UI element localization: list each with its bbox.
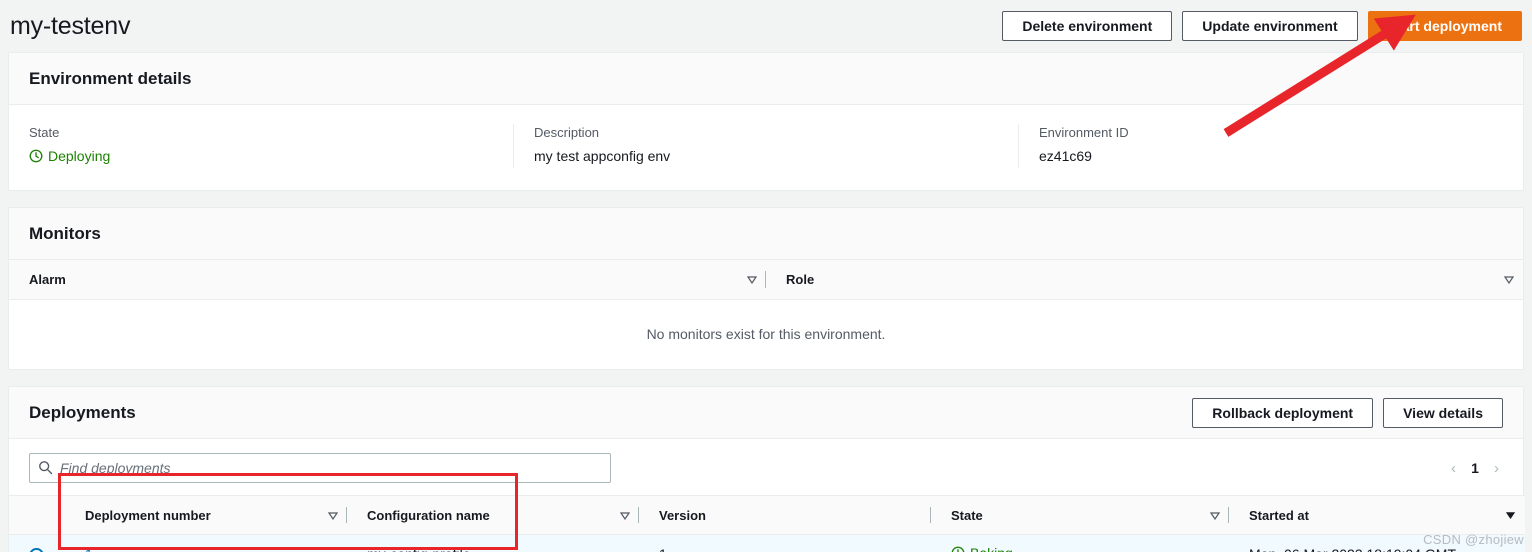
cell-state-text: Baking: [970, 545, 1013, 552]
column-header-deployment-number-label: Deployment number: [85, 507, 211, 523]
pagination-next-button[interactable]: ›: [1494, 461, 1499, 476]
monitors-empty-row: No monitors exist for this environment.: [9, 299, 1523, 369]
rollback-deployment-button[interactable]: Rollback deployment: [1192, 397, 1374, 428]
start-deployment-button[interactable]: Start deployment: [1367, 11, 1522, 41]
monitors-header: Monitors: [9, 208, 1523, 260]
detail-state-label: State: [29, 125, 60, 140]
pagination: ‹ 1 ›: [1451, 453, 1503, 483]
column-header-state-label: State: [951, 507, 983, 523]
row-radio-button[interactable]: [29, 547, 44, 552]
deployments-title: Deployments: [29, 402, 136, 422]
sort-descending-active-icon[interactable]: [1505, 508, 1516, 523]
deployment-number-link[interactable]: 1: [85, 546, 93, 552]
monitors-card: Monitors Alarm Role No monitors exist fo…: [8, 207, 1524, 370]
deployments-actions: Rollback deployment View details: [1192, 397, 1503, 428]
page-header: my-testenv Delete environment Update env…: [0, 0, 1532, 52]
sort-descending-icon[interactable]: [1503, 272, 1515, 287]
column-header-configuration-name-label: Configuration name: [367, 507, 490, 523]
update-environment-button[interactable]: Update environment: [1182, 11, 1358, 41]
select-column-header: [9, 495, 65, 535]
search-deployments-box: [29, 453, 611, 483]
cell-started-at: Mon, 06 Mar 2023 18:19:04 GMT: [1229, 534, 1525, 552]
cell-deployment-number[interactable]: 1: [65, 534, 347, 552]
pagination-prev-button[interactable]: ‹: [1451, 461, 1456, 476]
column-header-alarm-label: Alarm: [29, 271, 66, 287]
environment-details-header: Environment details: [9, 53, 1523, 105]
monitors-header-row: Alarm Role: [9, 260, 1523, 300]
deployments-header-row: Deployment number Configuration name Ver…: [9, 495, 1525, 535]
column-header-version-label: Version: [659, 507, 706, 523]
cell-state: Baking: [931, 534, 1229, 552]
sort-descending-icon[interactable]: [327, 508, 339, 523]
detail-state-text: Deploying: [48, 148, 111, 164]
deployments-header: Deployments Rollback deployment View det…: [9, 387, 1523, 439]
row-select-cell[interactable]: [9, 534, 65, 552]
detail-environment-id: Environment ID ez41c69: [1018, 124, 1523, 168]
column-header-state[interactable]: State: [931, 495, 1229, 535]
detail-environment-id-value: ez41c69: [1039, 148, 1092, 164]
environment-details-card: Environment details State Deploying Desc…: [8, 52, 1524, 191]
cell-version: 1: [639, 534, 931, 552]
column-header-configuration-name[interactable]: Configuration name: [347, 495, 639, 535]
deployments-card: Deployments Rollback deployment View det…: [8, 386, 1525, 552]
sort-descending-icon[interactable]: [746, 272, 758, 287]
column-header-version[interactable]: Version: [639, 495, 931, 535]
search-input[interactable]: [29, 453, 611, 483]
monitors-title: Monitors: [29, 223, 101, 243]
pending-clock-icon: [29, 149, 43, 163]
pagination-page-1[interactable]: 1: [1470, 460, 1480, 476]
detail-environment-id-label: Environment ID: [1039, 125, 1129, 140]
environment-details-grid: State Deploying Description my test appc…: [9, 105, 1523, 190]
environment-details-title: Environment details: [29, 68, 192, 88]
deployments-table: Deployment number Configuration name Ver…: [9, 495, 1525, 552]
sort-descending-icon[interactable]: [619, 508, 631, 523]
page-title: my-testenv: [10, 12, 131, 40]
table-row[interactable]: 1 my-config-profile 1 Baking Mon, 06 Mar…: [9, 534, 1525, 552]
cell-configuration-name: my-config-profile: [347, 534, 639, 552]
detail-state-value: Deploying: [29, 146, 493, 168]
view-details-button[interactable]: View details: [1383, 397, 1503, 428]
column-header-deployment-number[interactable]: Deployment number: [65, 495, 347, 535]
monitors-empty-text: No monitors exist for this environment.: [646, 326, 886, 343]
detail-state: State Deploying: [9, 124, 513, 168]
detail-description-value: my test appconfig env: [534, 148, 671, 164]
column-header-started-at-label: Started at: [1249, 507, 1309, 523]
header-actions: Delete environment Update environment St…: [1002, 11, 1522, 41]
column-header-role-label: Role: [786, 271, 815, 287]
sort-descending-icon[interactable]: [1209, 508, 1221, 523]
detail-description: Description my test appconfig env: [513, 124, 1018, 168]
column-header-role[interactable]: Role: [766, 260, 1523, 300]
column-header-alarm[interactable]: Alarm: [9, 260, 766, 300]
deployments-toolbar: ‹ 1 ›: [9, 439, 1523, 495]
pending-clock-icon: [951, 546, 965, 552]
column-header-started-at[interactable]: Started at: [1229, 495, 1525, 535]
delete-environment-button[interactable]: Delete environment: [1002, 11, 1173, 41]
detail-description-label: Description: [534, 125, 600, 140]
monitors-table: Alarm Role No monitors exist for this en…: [9, 260, 1523, 369]
